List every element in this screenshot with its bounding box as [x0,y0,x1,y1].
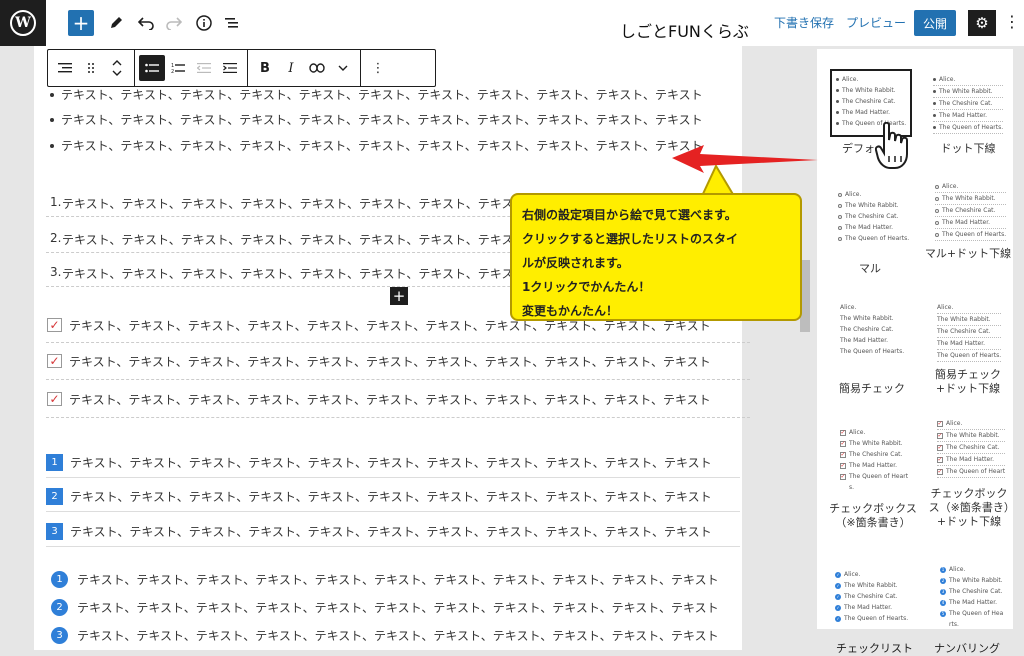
number-badge: 2 [46,488,63,505]
dotted-divider [46,379,750,380]
block-toolbar: 12 B I ⋮ [47,49,436,87]
bullet-dot [50,118,54,122]
callout-line: 右側の設定項目から絵で見て選べます。 [522,208,737,222]
style-preview-maru-dotted[interactable]: Alice. The White Rabbit. The Cheshire Ca… [935,181,1007,241]
drag-handle-icon[interactable] [78,55,104,81]
chevron-down-icon[interactable] [330,55,356,81]
style-label: マル+ドット下線 [924,247,1012,260]
style-preview-checklist[interactable]: ✓ Alice. ✓ The White Rabbit. ✓ The Cheshire… [835,569,908,624]
list-item[interactable]: テキスト、テキスト、テキスト、テキスト、テキスト、テキスト、テキスト、テキスト、… [69,353,711,370]
style-label-numbering: ナンバリング [934,642,1000,655]
list-item[interactable]: テキスト、テキスト、テキスト、テキスト、テキスト、テキスト、テキスト、テキスト、… [77,627,719,644]
style-label: 簡易チェック+ドット下線 [935,368,1001,395]
wordpress-logo-icon[interactable]: W [0,0,46,46]
number-badge: 1 [46,454,63,471]
style-preview-checkbox[interactable]: ✓ Alice. ✓ The White Rabbit. ✓ The Cheshire… [840,427,908,493]
style-label: チェックボックス（※箇条書き） [829,502,917,529]
number-circle: 1 [51,571,68,588]
list-item[interactable]: テキスト、テキスト、テキスト、テキスト、テキスト、テキスト、テキスト、テキスト、… [69,391,711,408]
list-item[interactable]: テキスト、テキスト、テキスト、テキスト、テキスト、テキスト、テキスト、テキスト、… [61,86,703,103]
ordered-list-number: 2. [50,231,62,245]
list-item[interactable]: テキスト、テキスト、テキスト、テキスト、テキスト、テキスト、テキスト、テキスト、… [77,599,719,616]
italic-icon[interactable]: I [278,55,304,81]
list-item[interactable]: テキスト、テキスト、テキスト、テキスト、テキスト、テキスト、テキスト、テキスト、… [61,137,703,154]
style-preview-simple-check-dotted[interactable]: Alice. The White Rabbit. The Cheshire Ca… [937,302,1002,362]
indent-icon[interactable] [217,55,243,81]
checkbox-icon: ✓ [47,318,62,332]
style-label: 簡易チェック [839,382,905,395]
divider [46,477,740,478]
divider [46,546,740,547]
undo-icon[interactable] [134,10,158,36]
style-preview-checkbox-dotted[interactable]: ✓ Alice. ✓ The White Rabbit. ✓ The Cheshire… [937,418,1006,478]
numbered-list-icon[interactable]: 12 [165,55,191,81]
callout-line: 1クリックでかんたん！ [522,280,651,294]
ordered-list-number: 1. [50,195,62,209]
red-arrow-icon [672,145,818,173]
style-label: ドット下線 [940,142,996,155]
list-view-icon[interactable] [220,10,244,36]
style-label: マル [859,262,881,275]
move-up-down-icon[interactable] [104,55,130,81]
checkbox-icon: ✓ [47,354,62,368]
link-icon[interactable] [304,55,330,81]
list-item[interactable]: テキスト、テキスト、テキスト、テキスト、テキスト、テキスト、テキスト、テキスト、… [70,488,712,505]
edit-pencil-icon[interactable] [104,10,128,36]
number-badge: 3 [46,523,63,540]
style-preview-simple-check[interactable]: Alice. The White Rabbit. The Cheshire Ca… [840,302,904,357]
bold-icon[interactable]: B [252,55,278,81]
callout-line: 変更もかんたん！ [522,304,619,318]
annotation-callout: 右側の設定項目から絵で見て選べます。 クリックすると選択したリストのスタイ ルが… [510,193,802,321]
preview-button[interactable]: プレビュー [846,14,906,31]
style-label-checklist: チェックリスト [836,642,913,655]
list-item[interactable]: テキスト、テキスト、テキスト、テキスト、テキスト、テキスト、テキスト、テキスト、… [70,454,712,471]
dotted-divider [46,342,750,343]
number-circle: 2 [51,599,68,616]
list-item[interactable]: テキスト、テキスト、テキスト、テキスト、テキスト、テキスト、テキスト、テキスト、… [77,571,719,588]
number-circle: 3 [51,627,68,644]
save-draft-button[interactable]: 下書き保存 [774,14,834,31]
style-label: チェックボックス（※箇条書き）+ドット下線 [928,487,1010,528]
ordered-list-number: 3. [50,265,62,279]
add-block-button[interactable]: + [68,10,94,36]
site-title: しごとFUNくらぶ [620,22,749,41]
list-icon[interactable] [52,55,78,81]
redo-icon[interactable] [162,10,186,36]
hand-pointer-icon [875,122,908,169]
more-menu-icon[interactable]: ⋮ [1004,12,1020,31]
publish-button[interactable]: 公開 [914,10,956,36]
more-options-icon[interactable]: ⋮ [365,55,391,81]
list-item[interactable]: テキスト、テキスト、テキスト、テキスト、テキスト、テキスト、テキスト、テキスト、… [70,523,712,540]
divider [46,511,740,512]
style-preview-maru[interactable]: Alice. The White Rabbit. The Cheshire Ca… [838,189,909,244]
insert-block-plus-icon[interactable]: + [390,287,408,305]
bullet-dot [50,144,54,148]
list-item[interactable]: テキスト、テキスト、テキスト、テキスト、テキスト、テキスト、テキスト、テキスト、… [61,111,703,128]
top-bar: W + しごとFUNくらぶ 下書き保存 プレビュー 公開 ⚙ ⋮ [0,0,1024,46]
style-preview-numbering[interactable]: 1 Alice. 2 The White Rabbit. 3 The Cheshire… [940,564,1003,630]
settings-gear-icon[interactable]: ⚙ [968,10,996,36]
checkbox-icon: ✓ [47,392,62,406]
info-icon[interactable] [192,10,216,36]
style-preview-dotted-underline[interactable]: Alice. The White Rabbit. The Cheshire Ca… [933,74,1004,134]
bulleted-list-icon[interactable] [139,55,165,81]
dotted-divider [46,417,750,418]
outdent-icon[interactable] [191,55,217,81]
bullet-dot [50,93,54,97]
callout-line: ルが反映されます。 [522,256,629,270]
svg-text:2: 2 [171,69,174,74]
callout-line: クリックすると選択したリストのスタイ [522,232,739,246]
